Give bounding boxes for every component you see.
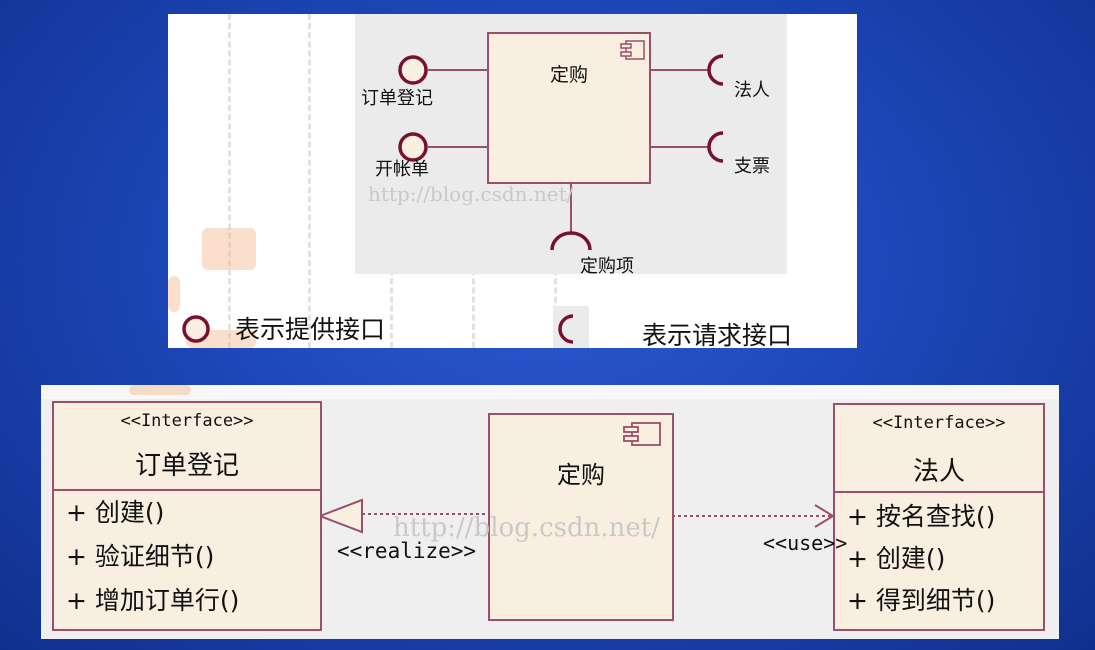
interface-symbols: [182, 54, 724, 344]
stereotype-label: <<Interface>>: [872, 413, 1006, 433]
operation: + 验证细节(): [66, 542, 215, 571]
required-interface-socket-icon: [707, 131, 724, 163]
stereotype-label: <<Interface>>: [120, 411, 254, 431]
operation: + 得到细节(): [847, 586, 996, 615]
legend-socket-icon: [558, 314, 574, 344]
operation: + 增加订单行(): [66, 586, 240, 615]
legend-provided-label: 表示提供接口: [235, 315, 386, 344]
interface-class-diagram: <<Interface>> 订单登记 + 创建() + 验证细节() + 增加订…: [41, 385, 1059, 639]
interface-label: 订单登记: [361, 88, 433, 109]
divider: [54, 489, 320, 491]
right-interface-box: <<Interface>> 法人 + 按名查找() + 创建() + 得到细节(…: [833, 403, 1045, 631]
legend-required-label: 表示请求接口: [642, 321, 793, 348]
operation: + 创建(): [847, 544, 946, 573]
interface-label: 开帐单: [375, 159, 429, 180]
operation: + 按名查找(): [847, 502, 996, 531]
interface-name: 法人: [912, 457, 965, 487]
legend-lollipop-icon: [182, 315, 210, 343]
use-label: <<use>>: [763, 531, 848, 555]
watermark: http://blog.csdn.net/: [393, 513, 660, 543]
provided-interface-lollipop-icon: [398, 55, 428, 85]
interface-label: 支票: [734, 156, 770, 177]
required-interface-socket-icon: [707, 54, 724, 86]
left-interface-box: <<Interface>> 订单登记 + 创建() + 验证细节() + 增加订…: [52, 401, 322, 631]
interface-label: 法人: [734, 80, 770, 101]
interface-name: 订单登记: [134, 451, 239, 481]
provided-required-interface-diagram: 定购 订单登记 开帐单 法人 支票 定购项 http://blog.csdn.n…: [168, 14, 857, 348]
required-interface-socket-icon: [550, 231, 592, 251]
operation: + 创建(): [66, 498, 165, 527]
component-name: 定购: [557, 461, 605, 489]
watermark: http://blog.csdn.net/: [368, 182, 574, 206]
divider: [835, 491, 1043, 493]
interface-label: 定购项: [580, 256, 634, 277]
